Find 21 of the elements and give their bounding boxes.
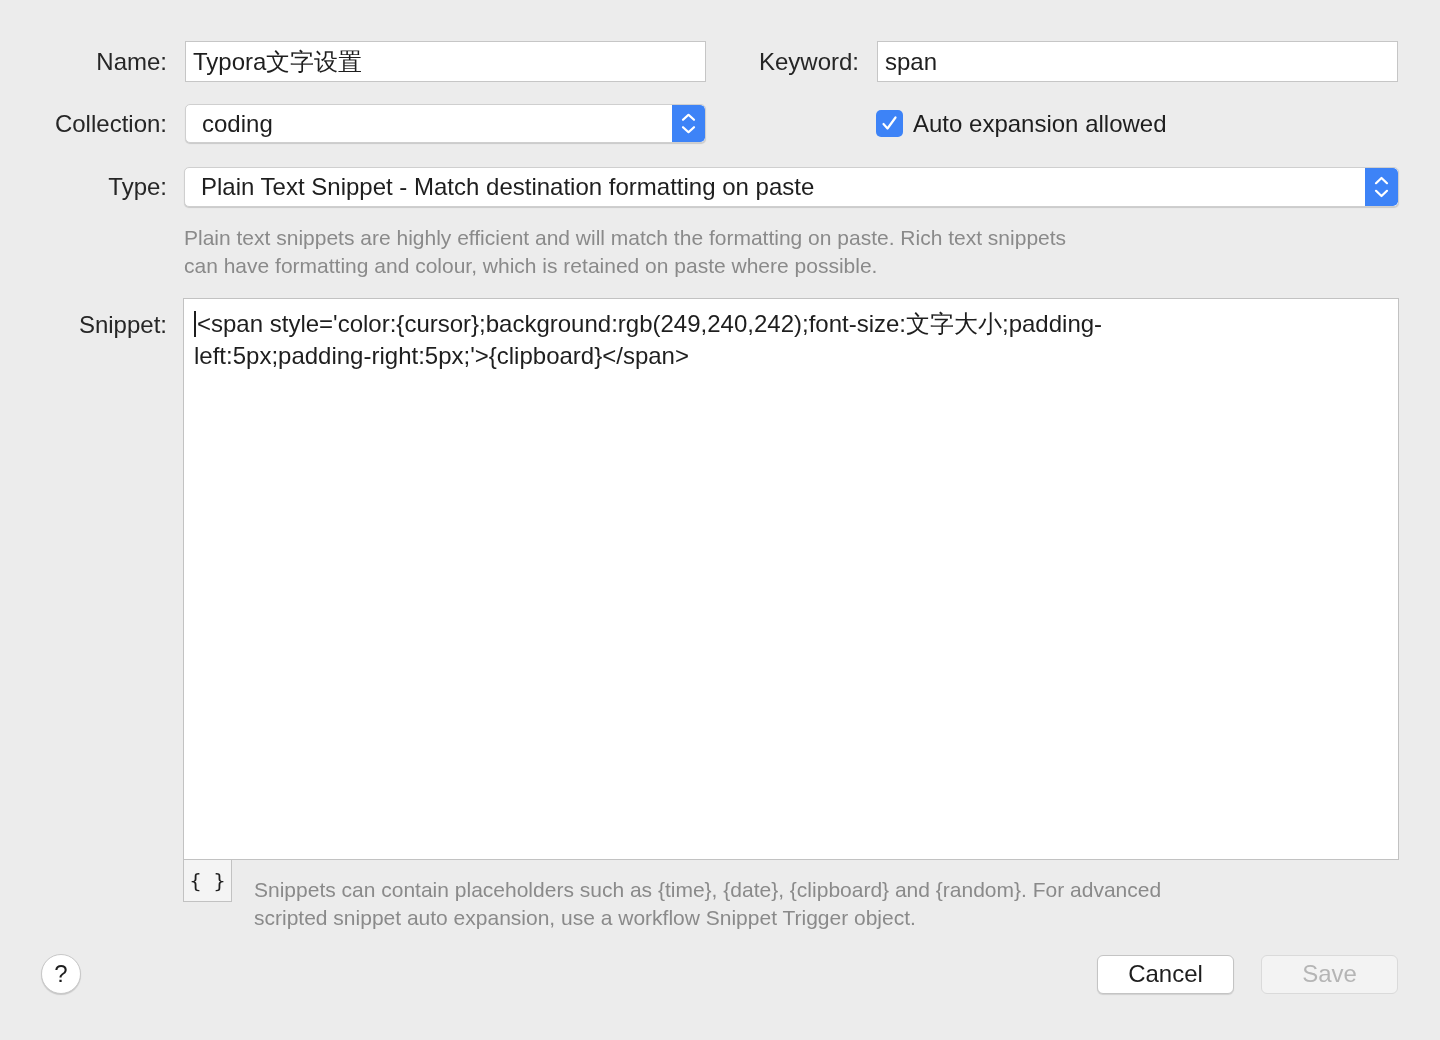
name-input[interactable]: Typora文字设置: [185, 41, 706, 82]
placeholder-button[interactable]: { }: [183, 859, 232, 902]
checkbox-label[interactable]: Auto expansion allowed: [913, 105, 1167, 142]
text-cursor-icon: [194, 311, 196, 337]
snippet-help-text: Snippets can contain placeholders such as {time}, {date}, {clipboard} and {random}. For advanced scripted snippet auto expansion, use a workflow Snippet Trigger object.: [254, 877, 1163, 931]
checkmark-icon: [881, 115, 898, 132]
snippet-text-area[interactable]: <span style='color:{cursor};background:rgb(249,240,242);font-size:文字大小;padding-left:5px;padding-right:5px;'>{clipboard}</span>: [183, 298, 1399, 860]
dialog-button[interactable]: Cancel: [1097, 954, 1234, 994]
type-dropdown[interactable]: Plain Text Snippet - Match destination formatting on paste: [184, 167, 1399, 207]
collection-dropdown[interactable]: coding: [185, 104, 706, 143]
field-label: Keyword:: [758, 47, 859, 75]
stepper-arrows-icon: [1365, 168, 1398, 206]
stepper-arrows-icon: [672, 105, 705, 142]
field-label: Name:: [96, 47, 167, 75]
field-label: Collection:: [54, 109, 167, 137]
checkbox[interactable]: [876, 110, 903, 137]
keyword-input[interactable]: span: [877, 41, 1398, 82]
field-label: Type:: [108, 173, 167, 200]
help-button[interactable]: ?: [41, 954, 81, 994]
type-description: Plain text snippets are highly efficient and will match the formatting on paste. Rich text snippets can have formatting and colour, which is retained on paste where possible.: [184, 225, 1068, 279]
field-label: Snippet:: [78, 311, 167, 338]
